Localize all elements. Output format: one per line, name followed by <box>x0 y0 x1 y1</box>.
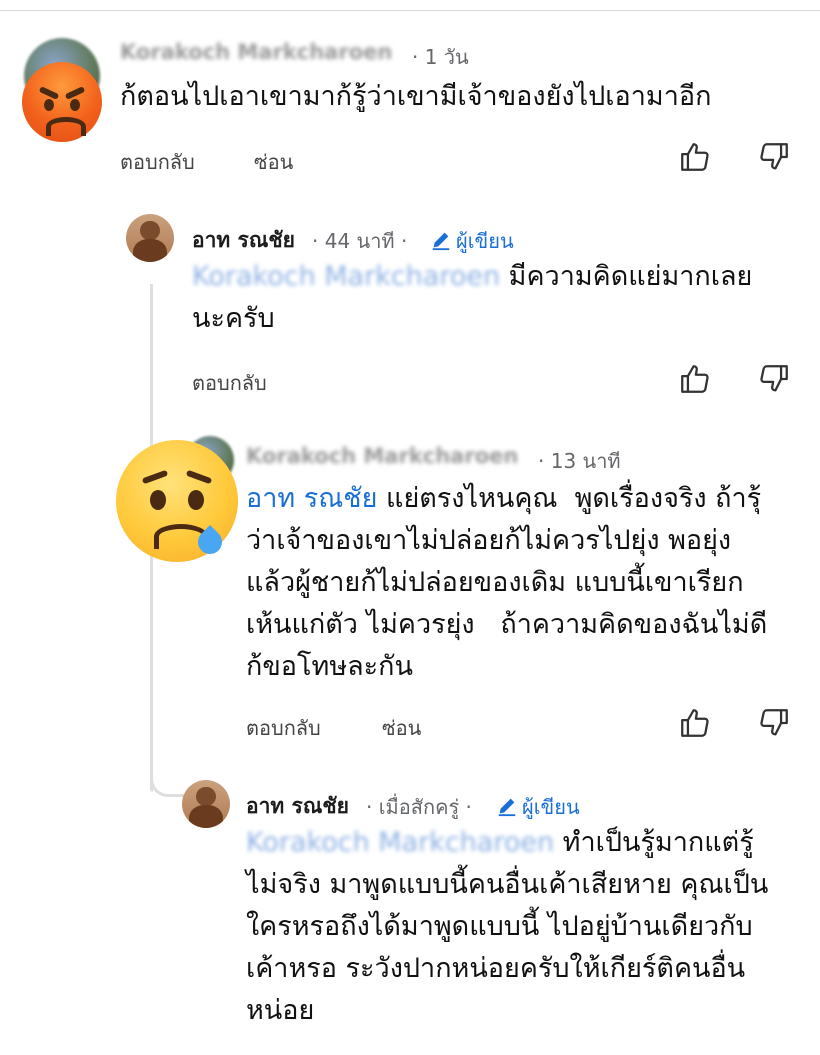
reply-button[interactable]: ตอบกลับ <box>192 367 267 399</box>
comment-text: ก้ตอนไปเอาเขามาก้รู้ว่าเขามีเจ้าของยังไป… <box>120 81 712 112</box>
reply-thread-curve <box>150 770 187 797</box>
comment-timestamp: · เมื่อสักครู่ · <box>366 795 472 819</box>
pencil-icon <box>496 795 518 817</box>
comment-author-name[interactable]: อาท รณชัย <box>246 790 349 823</box>
mention-link[interactable]: Korakoch Markcharoen <box>246 827 554 858</box>
comment-author-name[interactable]: อาท รณชัย <box>192 224 295 257</box>
reply-button[interactable]: ตอบกลับ <box>120 146 195 178</box>
author-badge-label: ผู้เขียน <box>456 229 514 253</box>
comment-text: Korakoch Markcharoen มีความคิดแย่มากเลย <box>192 261 753 292</box>
comment-timestamp: · 44 นาที · <box>312 229 408 253</box>
comment-text-continued: ว่าเจ้าของเขาไม่ปล่อยก้ไม่ควรไปยุ่ง พอยุ… <box>246 525 768 682</box>
pencil-icon <box>430 229 452 251</box>
comment-timestamp: · 1 วัน <box>412 45 469 69</box>
thumbs-up-icon[interactable] <box>678 140 712 174</box>
comment-text-continued: ไม่จริง มาพูดแบบนี้คนอื่นเค้าเสียหาย คุณ… <box>246 869 769 1026</box>
mention-link[interactable]: Korakoch Markcharoen <box>192 261 500 292</box>
hide-button[interactable]: ซ่อน <box>382 712 421 744</box>
comment-text: Korakoch Markcharoen ทำเป็นรู้มากแต่รู้ <box>246 827 754 858</box>
angry-face-emoji <box>22 62 102 142</box>
author-badge-label: ผู้เขียน <box>522 795 580 819</box>
thumbs-down-icon[interactable] <box>757 362 791 396</box>
crying-face-emoji <box>116 440 238 562</box>
top-divider <box>0 10 820 11</box>
author-badge: ผู้เขียน <box>430 225 514 257</box>
thumbs-up-icon[interactable] <box>678 706 712 740</box>
thumbs-up-icon[interactable] <box>678 362 712 396</box>
comment-author-name[interactable]: Korakoch Markcharoen <box>120 40 392 64</box>
thumbs-down-icon[interactable] <box>757 706 791 740</box>
comment-author-name[interactable]: Korakoch Markcharoen <box>246 444 518 468</box>
thumbs-down-icon[interactable] <box>757 140 791 174</box>
reply-button[interactable]: ตอบกลับ <box>246 712 321 744</box>
avatar[interactable] <box>126 214 174 262</box>
comment-timestamp: · 13 นาที <box>538 449 621 473</box>
hide-button[interactable]: ซ่อน <box>254 146 293 178</box>
comment-text-continued: นะครับ <box>192 303 275 334</box>
avatar[interactable] <box>182 780 230 828</box>
mention-link[interactable]: อาท รณชัย <box>246 483 377 514</box>
comment-text: อาท รณชัย แย่ตรงไหนคุณ พูดเรื่องจริง ถ้า… <box>246 483 762 514</box>
author-badge: ผู้เขียน <box>496 791 580 823</box>
